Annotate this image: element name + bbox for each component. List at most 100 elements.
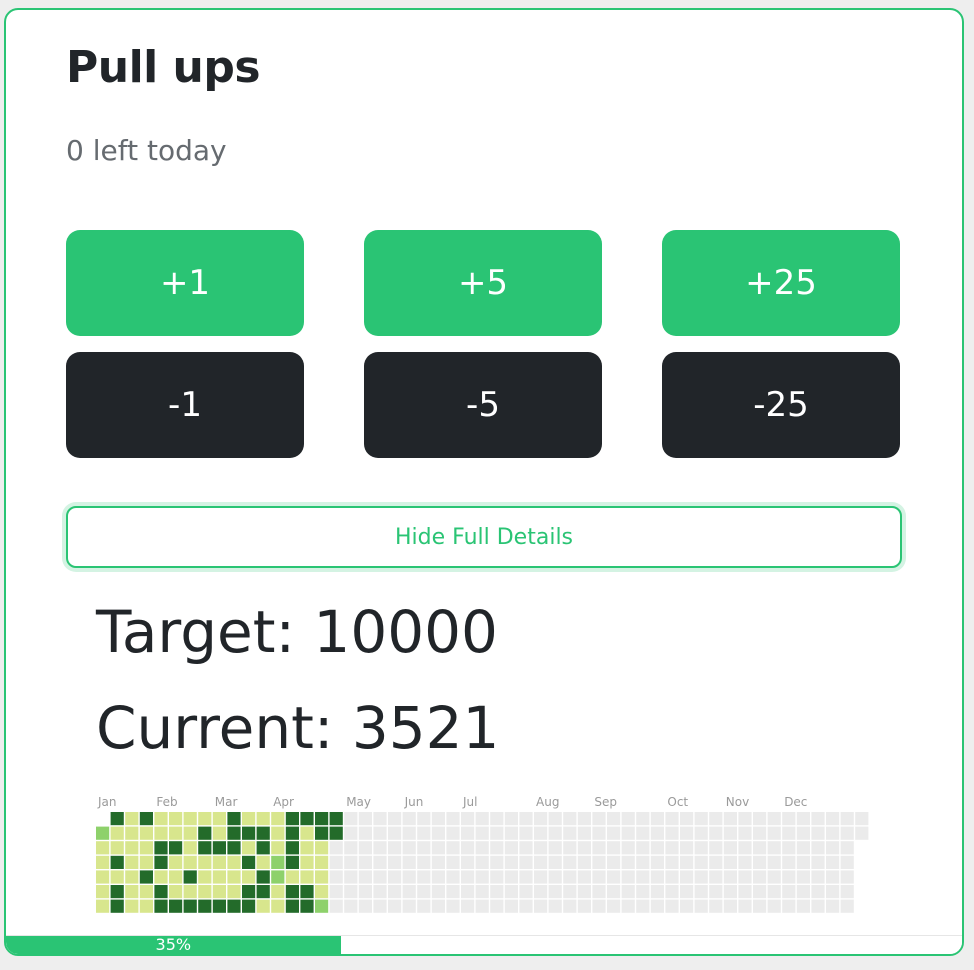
heatmap-day-cell <box>592 855 606 869</box>
heatmap-day-cell <box>607 855 621 869</box>
heatmap-day-cell <box>650 841 664 855</box>
heatmap-day-cell <box>504 855 518 869</box>
add-25-button[interactable]: +25 <box>662 230 900 336</box>
heatmap-day-cell <box>519 885 533 899</box>
heatmap-day-cell <box>271 812 285 826</box>
heatmap-day-cell <box>256 870 270 884</box>
heatmap-day-cell <box>417 841 431 855</box>
heatmap-day-cell <box>650 855 664 869</box>
heatmap-day-cell <box>563 826 577 840</box>
heatmap-day-cell <box>650 826 664 840</box>
heatmap-day-cell <box>358 885 372 899</box>
heatmap-day-cell <box>577 885 591 899</box>
heatmap-day-cell <box>782 870 796 884</box>
heatmap-day-cell <box>534 826 548 840</box>
heatmap-day-cell <box>504 899 518 913</box>
heatmap-day-cell <box>753 855 767 869</box>
heatmap-day-cell <box>373 826 387 840</box>
heatmap-day-cell <box>753 812 767 826</box>
heatmap-day-cell <box>636 812 650 826</box>
heatmap-day-cell <box>402 899 416 913</box>
heatmap-day-cell <box>709 841 723 855</box>
heatmap-day-cell <box>592 870 606 884</box>
heatmap-day-cell <box>373 841 387 855</box>
heatmap-day-cell <box>315 870 329 884</box>
hide-full-details-button[interactable]: Hide Full Details <box>66 506 902 568</box>
heatmap-day-cell <box>636 855 650 869</box>
add-5-button[interactable]: +5 <box>364 230 602 336</box>
heatmap-day-cell <box>577 826 591 840</box>
heatmap-day-cell <box>665 885 679 899</box>
heatmap-day-cell <box>198 855 212 869</box>
heatmap-day-cell <box>110 899 124 913</box>
heatmap-day-cell <box>417 812 431 826</box>
heatmap-day-cell <box>256 885 270 899</box>
heatmap-day-cell <box>212 870 226 884</box>
month-label: May <box>346 795 371 809</box>
heatmap-day-cell <box>96 899 110 913</box>
heatmap-day-cell <box>607 826 621 840</box>
heatmap-day-cell <box>694 870 708 884</box>
heatmap-day-cell <box>782 826 796 840</box>
add-1-button[interactable]: +1 <box>66 230 304 336</box>
heatmap-day-cell <box>767 855 781 869</box>
heatmap-day-cell <box>621 899 635 913</box>
heatmap-day-cell <box>169 899 183 913</box>
heatmap-day-cell <box>504 841 518 855</box>
heatmap-day-cell <box>680 826 694 840</box>
heatmap-day-cell <box>227 826 241 840</box>
heatmap-day-cell <box>169 826 183 840</box>
heatmap-day-cell <box>344 826 358 840</box>
heatmap-day-cell <box>796 870 810 884</box>
heatmap-day-cell <box>811 855 825 869</box>
heatmap-day-cell <box>475 899 489 913</box>
heatmap-day-cell <box>402 841 416 855</box>
heatmap-day-cell <box>212 855 226 869</box>
heatmap-day-cell <box>169 870 183 884</box>
heatmap-day-cell <box>694 855 708 869</box>
heatmap-day-cell <box>665 870 679 884</box>
heatmap-day-cell <box>782 841 796 855</box>
heatmap-day-cell <box>811 885 825 899</box>
heatmap-day-cell <box>183 870 197 884</box>
heatmap-day-cell <box>388 870 402 884</box>
heatmap-day-cell <box>315 885 329 899</box>
heatmap-day-cell <box>212 885 226 899</box>
heatmap-day-cell <box>110 812 124 826</box>
heatmap-day-cell <box>125 870 139 884</box>
heatmap-day-cell <box>534 841 548 855</box>
heatmap-day-cell <box>402 826 416 840</box>
heatmap-day-cell <box>402 855 416 869</box>
subtract-5-button[interactable]: -5 <box>364 352 602 458</box>
heatmap-day-cell <box>256 855 270 869</box>
heatmap-day-cell <box>840 826 854 840</box>
heatmap-day-cell <box>242 870 256 884</box>
heatmap-day-cell <box>198 841 212 855</box>
heatmap-day-cell <box>96 826 110 840</box>
heatmap-day-cell <box>446 870 460 884</box>
heatmap-day-cell <box>227 841 241 855</box>
heatmap-day-cell <box>125 899 139 913</box>
subtract-25-button[interactable]: -25 <box>662 352 900 458</box>
heatmap-day-cell <box>563 855 577 869</box>
heatmap-day-cell <box>563 870 577 884</box>
heatmap-day-cell <box>329 899 343 913</box>
heatmap-day-cell <box>738 855 752 869</box>
month-label: Jan <box>97 795 117 809</box>
heatmap-day-cell <box>650 812 664 826</box>
heatmap-day-cell <box>154 870 168 884</box>
subtract-1-button[interactable]: -1 <box>66 352 304 458</box>
heatmap-day-cell <box>621 870 635 884</box>
heatmap-day-cell <box>285 899 299 913</box>
heatmap-day-cell <box>256 826 270 840</box>
heatmap-day-cell <box>242 855 256 869</box>
heatmap-day-cell <box>358 841 372 855</box>
heatmap-day-cell <box>534 899 548 913</box>
heatmap-day-cell <box>621 841 635 855</box>
heatmap-day-cell <box>475 885 489 899</box>
heatmap-day-cell <box>767 870 781 884</box>
heatmap-day-cell <box>782 812 796 826</box>
heatmap-day-cell <box>826 899 840 913</box>
heatmap-day-cell <box>344 855 358 869</box>
heatmap-day-cell <box>680 841 694 855</box>
